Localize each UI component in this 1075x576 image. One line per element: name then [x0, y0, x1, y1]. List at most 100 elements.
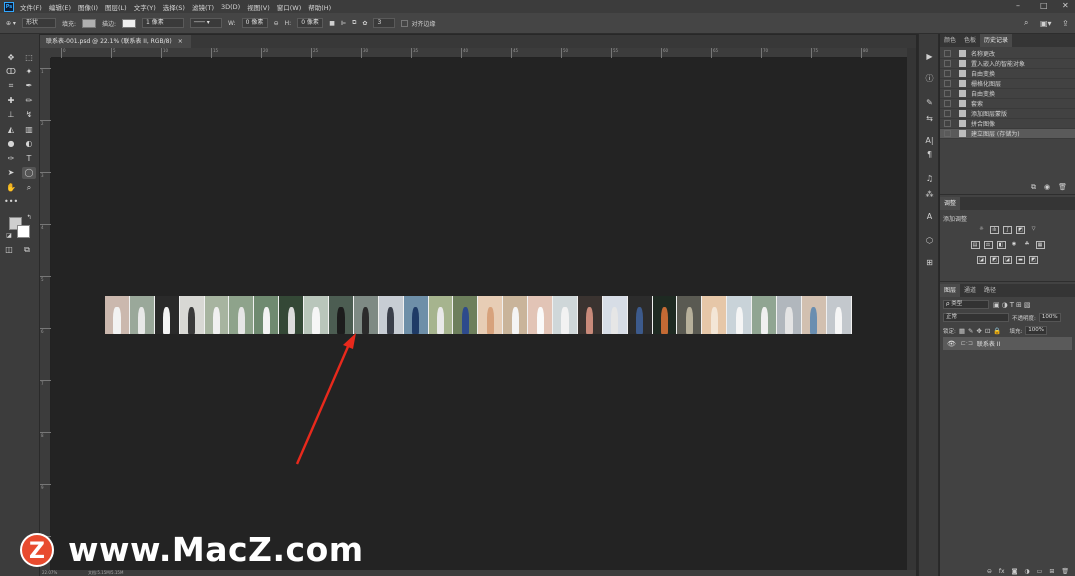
tab-paths[interactable]: 路径: [980, 284, 1000, 297]
quick-mask-icon[interactable]: ◫: [2, 244, 16, 256]
history-brush-icon[interactable]: ↯: [22, 109, 36, 121]
menu-window[interactable]: 窗口(W): [277, 2, 302, 12]
path-select-icon[interactable]: ➤: [4, 167, 18, 179]
layer-filter-icons[interactable]: ▣◑T⊞▧: [993, 301, 1032, 309]
swap-colors-icon[interactable]: ↰: [22, 212, 36, 224]
type-tool-icon[interactable]: T: [22, 153, 36, 165]
glyphs-icon[interactable]: ♫: [923, 172, 936, 185]
gradient-map-icon[interactable]: ▬: [1016, 256, 1025, 264]
brightness-icon[interactable]: ☼: [977, 226, 986, 234]
crop-tool-icon[interactable]: ⌗: [4, 80, 18, 92]
snapshot-camera-icon[interactable]: ◉: [1044, 183, 1050, 194]
maximize-icon[interactable]: □: [1040, 1, 1048, 10]
history-item[interactable]: 添加图层蒙版: [940, 109, 1075, 119]
3d-cube-icon[interactable]: ⬡: [923, 234, 936, 247]
more-tools-icon[interactable]: •••: [4, 196, 18, 208]
history-source-checkbox[interactable]: [944, 120, 951, 127]
canvas-area[interactable]: [51, 58, 907, 570]
styles-icon[interactable]: ⁂: [923, 188, 936, 201]
history-source-checkbox[interactable]: [944, 60, 951, 67]
tab-color[interactable]: 颜色: [940, 34, 960, 47]
levels-icon[interactable]: ılı: [990, 226, 999, 234]
play-action-icon[interactable]: ▶: [923, 50, 936, 63]
menu-image[interactable]: 图像(I): [78, 2, 98, 12]
stroke-type-select[interactable]: ─── ▾: [190, 18, 223, 28]
menu-type[interactable]: 文字(Y): [134, 2, 156, 12]
brush-tool-icon[interactable]: ✏: [22, 95, 36, 107]
pen-tool-icon[interactable]: ✑: [4, 153, 18, 165]
shape-mode-select[interactable]: 形状: [21, 18, 56, 28]
menu-select[interactable]: 选择(S): [163, 2, 185, 12]
path-arrangement-icon[interactable]: ⧉: [352, 19, 356, 27]
ellipse-tool-icon[interactable]: ◯: [22, 167, 36, 179]
history-source-checkbox[interactable]: [944, 110, 951, 117]
history-item[interactable]: 自由变换: [940, 69, 1075, 79]
height-input[interactable]: 0 像素: [297, 18, 324, 28]
vertical-scrollbar[interactable]: [907, 48, 916, 570]
magic-wand-icon[interactable]: ✦: [22, 66, 36, 78]
lasso-tool-icon[interactable]: ↀ: [4, 66, 18, 78]
new-layer-icon[interactable]: ⊞: [1049, 568, 1054, 576]
fill-input[interactable]: 100%: [1025, 326, 1048, 335]
gradient-tool-icon[interactable]: ▥: [22, 124, 36, 136]
close-window-icon[interactable]: ✕: [1062, 1, 1069, 10]
eyedropper-icon[interactable]: ✒: [22, 80, 36, 92]
brush-settings-icon[interactable]: ✎: [923, 96, 936, 109]
history-source-checkbox[interactable]: [944, 70, 951, 77]
group-icon[interactable]: ▭: [1037, 568, 1043, 576]
menu-edit[interactable]: 编辑(E): [49, 2, 71, 12]
link-layers-icon[interactable]: ⊖: [987, 568, 992, 576]
blend-mode-select[interactable]: 正常: [943, 313, 1009, 322]
delete-state-icon[interactable]: 🗑: [1058, 183, 1067, 194]
move-tool-icon[interactable]: ✥: [4, 52, 18, 64]
close-tab-icon[interactable]: ×: [178, 35, 183, 48]
hue-saturation-icon[interactable]: ▤: [970, 241, 980, 249]
adjustment-layer-icon[interactable]: ◑: [1024, 568, 1029, 576]
menu-help[interactable]: 帮助(H): [308, 2, 331, 12]
menu-file[interactable]: 文件(F): [20, 2, 42, 12]
menu-layer[interactable]: 图层(L): [105, 2, 127, 12]
history-source-checkbox[interactable]: [944, 130, 951, 137]
history-item[interactable]: 自由变换: [940, 89, 1075, 99]
history-source-checkbox[interactable]: [944, 80, 951, 87]
visibility-eye-icon[interactable]: 👁: [947, 340, 956, 348]
zoom-tool-icon[interactable]: ⌕: [22, 182, 36, 194]
libraries-icon[interactable]: ⊞: [923, 256, 936, 269]
history-source-checkbox[interactable]: [944, 100, 951, 107]
hand-tool-icon[interactable]: ✋: [4, 182, 18, 194]
delete-layer-icon[interactable]: 🗑: [1061, 568, 1069, 576]
workspace-icon[interactable]: ▣▾: [1040, 19, 1052, 28]
history-item[interactable]: 建立图层 (存储为): [940, 129, 1075, 139]
gear-icon[interactable]: ✿: [362, 20, 367, 27]
tab-adjustments[interactable]: 调整: [940, 197, 961, 210]
history-item[interactable]: 拼合图像: [940, 119, 1075, 129]
invert-icon[interactable]: ◪: [977, 256, 986, 264]
align-edges-checkbox[interactable]: [401, 19, 409, 27]
new-document-from-state-icon[interactable]: ⧉: [1031, 183, 1036, 194]
curves-icon[interactable]: ∫: [1003, 226, 1012, 234]
history-item[interactable]: 套索: [940, 99, 1075, 109]
black-white-icon[interactable]: ◧: [996, 241, 1006, 249]
history-item[interactable]: 名称更改: [940, 49, 1075, 59]
zoom-level[interactable]: 22.07%: [42, 570, 57, 575]
link-icon[interactable]: ⊖: [274, 20, 279, 27]
info-icon[interactable]: ⓘ: [923, 72, 936, 85]
menu-3d[interactable]: 3D(D): [221, 3, 240, 11]
search-icon[interactable]: ⌕: [1024, 18, 1028, 28]
vibrance-icon[interactable]: ▽: [1029, 226, 1038, 234]
history-item[interactable]: 栅格化图层: [940, 79, 1075, 89]
default-colors-icon[interactable]: ◪: [2, 230, 16, 242]
menu-filter[interactable]: 滤镜(T): [192, 2, 214, 12]
history-source-checkbox[interactable]: [944, 90, 951, 97]
layer-mask-icon[interactable]: ◙: [1012, 568, 1018, 576]
stroke-swatch[interactable]: [122, 18, 137, 28]
share-icon[interactable]: ⇪: [1062, 19, 1069, 28]
path-alignment-icon[interactable]: ⊫: [341, 20, 346, 27]
marquee-tool-icon[interactable]: ⬚: [22, 52, 36, 64]
fill-swatch[interactable]: [81, 18, 96, 28]
tab-swatches[interactable]: 色板: [960, 34, 980, 47]
width-input[interactable]: 0 像素: [241, 18, 268, 28]
history-source-checkbox[interactable]: [944, 50, 951, 57]
photo-filter-icon[interactable]: ◉: [1010, 241, 1019, 249]
document-info[interactable]: 文档:5.15M/5.15M: [88, 570, 123, 576]
